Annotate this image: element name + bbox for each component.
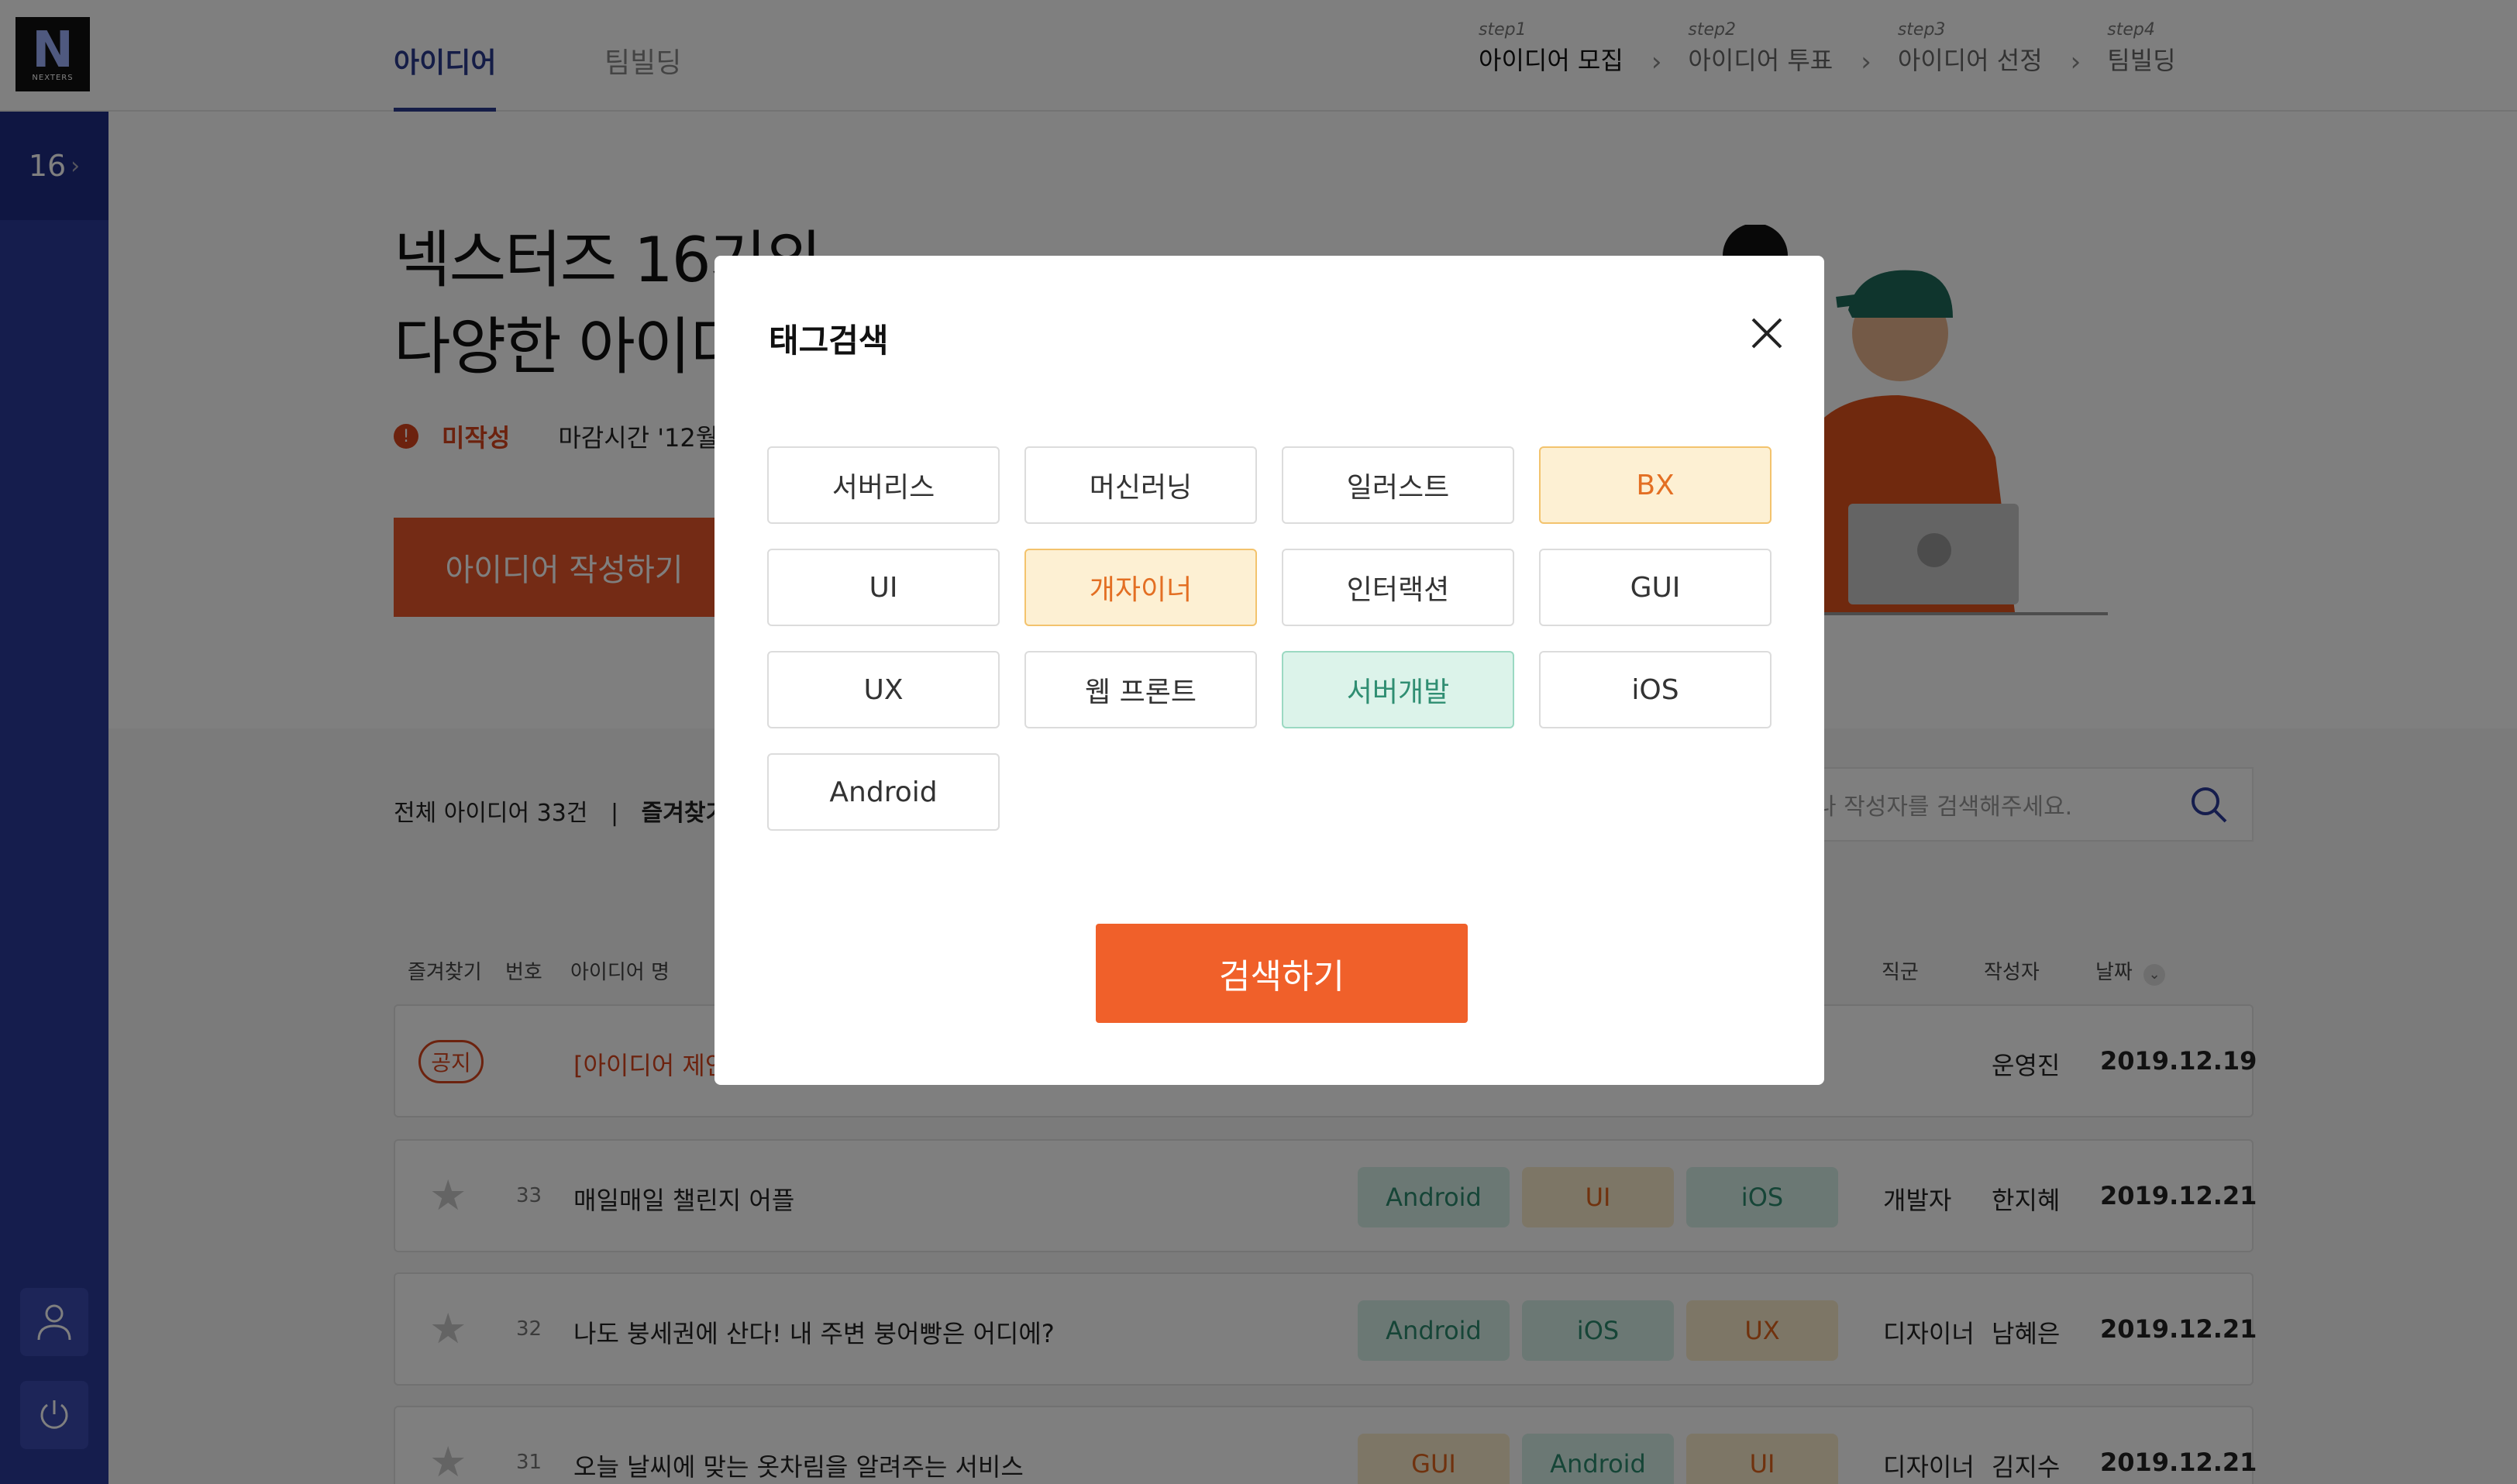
tag-option-selected[interactable]: 서버개발	[1282, 651, 1514, 728]
tag-option[interactable]: 머신러닝	[1024, 446, 1257, 524]
tag-option[interactable]: 일러스트	[1282, 446, 1514, 524]
tag-option[interactable]: iOS	[1539, 651, 1772, 728]
tag-option-selected[interactable]: 개자이너	[1024, 549, 1257, 626]
tag-option[interactable]: GUI	[1539, 549, 1772, 626]
tag-option[interactable]: UI	[767, 549, 1000, 626]
modal-title: 태그검색	[769, 322, 889, 360]
tag-search-modal: 태그검색 서버리스 머신러닝 일러스트 BX UI 개자이너 인터랙션 GUI …	[714, 256, 1824, 1085]
tag-option[interactable]: UX	[767, 651, 1000, 728]
search-button[interactable]: 검색하기	[1096, 924, 1468, 1023]
tag-option[interactable]: 서버리스	[767, 446, 1000, 524]
tag-option[interactable]: Android	[767, 753, 1000, 831]
tag-option-selected[interactable]: BX	[1539, 446, 1772, 524]
tag-option[interactable]: 인터랙션	[1282, 549, 1514, 626]
tag-option[interactable]: 웹 프론트	[1024, 651, 1257, 728]
close-icon[interactable]	[1737, 304, 1796, 363]
